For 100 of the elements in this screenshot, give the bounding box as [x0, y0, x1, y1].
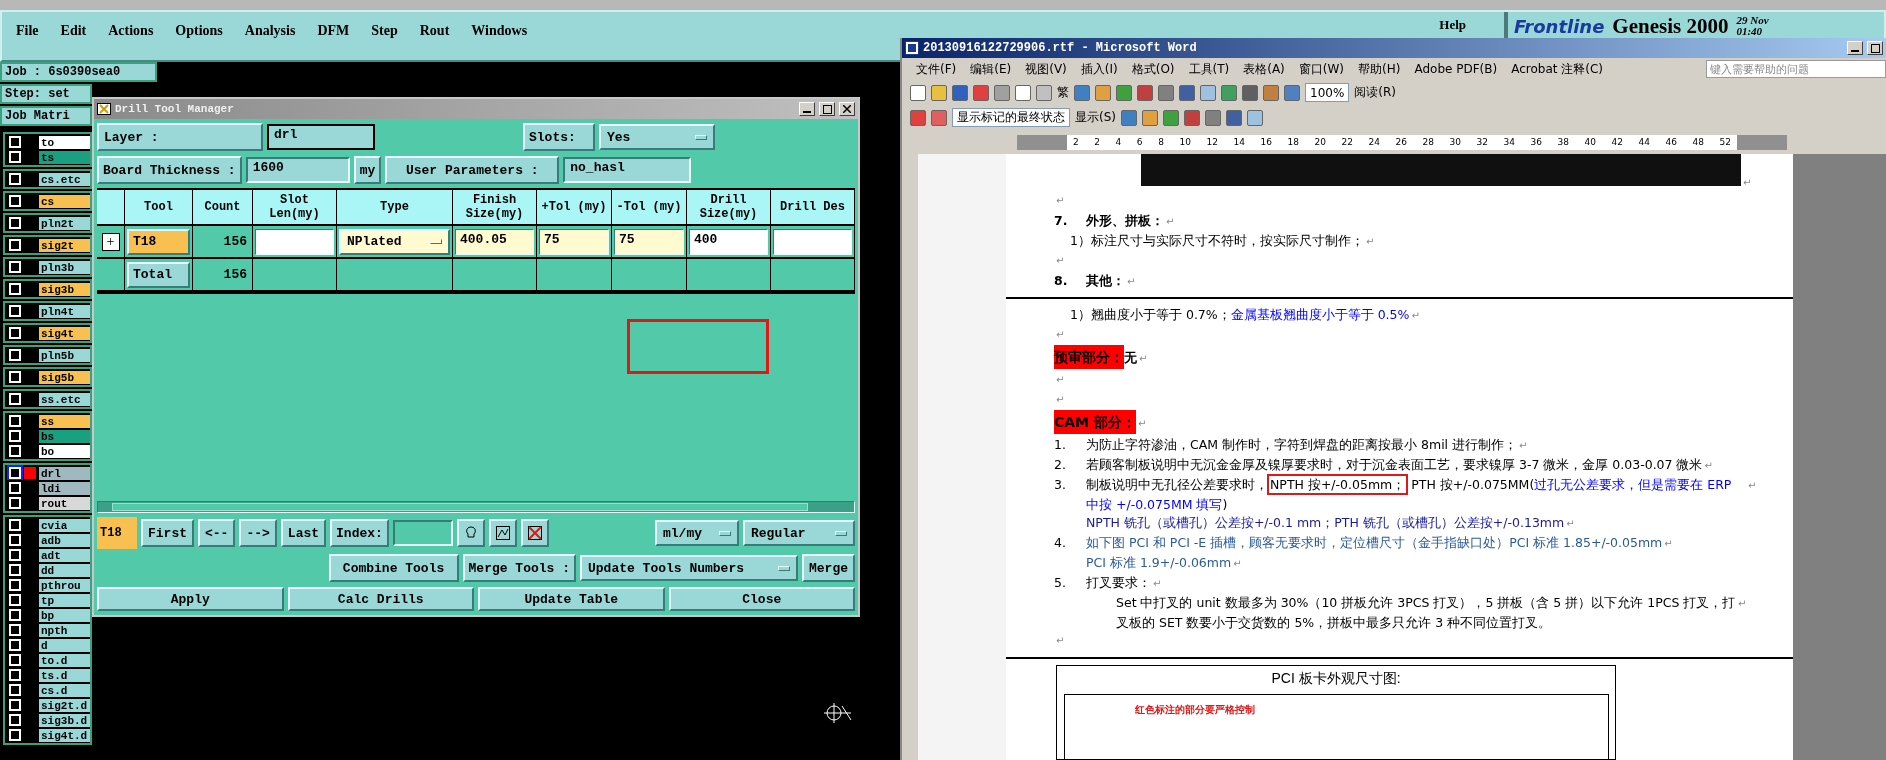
layer-checkbox[interactable] [9, 624, 21, 636]
layer-checkbox[interactable] [9, 430, 21, 442]
layer-name[interactable]: to.d [39, 653, 90, 667]
action-button[interactable]: Close [668, 587, 855, 611]
toolbar-icon[interactable] [1163, 109, 1179, 126]
layer-checkbox[interactable] [9, 497, 21, 509]
layer-checkbox[interactable] [9, 729, 21, 741]
menu-item[interactable]: 表格(A) [1243, 60, 1285, 78]
layer-name[interactable]: cs.etc [39, 172, 90, 186]
maximize-button[interactable] [819, 102, 835, 116]
layer-checkbox[interactable] [9, 349, 21, 361]
index-field[interactable] [392, 520, 453, 546]
layer-name[interactable]: sig3b.d [39, 713, 90, 727]
table-field[interactable] [255, 228, 334, 255]
layer-name[interactable]: to [39, 135, 90, 149]
close-button[interactable] [839, 102, 855, 116]
toolbar-icon[interactable] [1036, 84, 1052, 101]
minimize-button[interactable] [799, 102, 815, 116]
nav-button[interactable]: <-- [198, 519, 236, 547]
layer-checkbox[interactable] [9, 136, 21, 148]
layer-name[interactable]: bo [39, 444, 90, 458]
toolbar-icon[interactable] [994, 84, 1010, 101]
layer-checkbox[interactable] [9, 217, 21, 229]
layer-name[interactable]: cs [39, 194, 90, 208]
menu-item[interactable]: Help [1439, 17, 1466, 33]
thickness-field[interactable]: 1600 [245, 157, 350, 183]
layer-checkbox[interactable] [9, 519, 21, 531]
user-parameters-button[interactable]: User Parameters : [385, 156, 560, 184]
toolbar-icon[interactable] [1116, 84, 1132, 101]
action-button[interactable]: Calc Drills [287, 587, 474, 611]
menu-item[interactable]: 编辑(E) [970, 60, 1012, 78]
toolbar-icon[interactable] [1221, 84, 1237, 101]
markup-dropdown[interactable]: 显示标记的最终状态 [952, 108, 1070, 127]
layer-checkbox[interactable] [9, 579, 21, 591]
pdf-icon[interactable] [910, 109, 926, 126]
table-field[interactable]: 75 [539, 228, 609, 255]
toolbar-icon[interactable] [952, 84, 968, 101]
menu-item[interactable]: DFM [317, 23, 350, 39]
layer-name[interactable]: tp [39, 593, 90, 607]
layer-checkbox[interactable] [9, 151, 21, 163]
menu-item[interactable]: Rout [419, 23, 450, 39]
layer-name[interactable]: sig2t [39, 238, 90, 252]
layer-name[interactable]: pln4t [39, 304, 90, 318]
menu-item[interactable]: Windows [471, 23, 528, 39]
merge-button[interactable]: Merge [802, 554, 855, 582]
menu-item[interactable]: 视图(V) [1025, 60, 1067, 78]
menu-item[interactable]: Adobe PDF(B) [1414, 62, 1498, 76]
menu-item[interactable]: 工具(T) [1188, 60, 1230, 78]
nav-button[interactable]: --> [239, 519, 277, 547]
layer-checkbox[interactable] [9, 239, 21, 251]
layer-name[interactable]: ss.etc [39, 392, 90, 406]
toolbar-icon[interactable] [1205, 109, 1221, 126]
scrollbar-thumb[interactable] [112, 503, 808, 511]
menu-item[interactable]: 文件(F) [916, 60, 957, 78]
layer-checkbox[interactable] [9, 714, 21, 726]
layer-name[interactable]: sig4t.d [39, 728, 90, 742]
mode-dropdown[interactable]: Regular [743, 520, 855, 546]
tool-button[interactable]: Total [127, 261, 190, 288]
layer-name[interactable]: bp [39, 608, 90, 622]
table-field[interactable]: 400.05 [455, 228, 534, 255]
toolbar-icon[interactable] [1247, 109, 1263, 126]
toolbar-icon[interactable] [1121, 109, 1137, 126]
layer-checkbox[interactable] [9, 467, 21, 479]
layer-name[interactable]: sig4t [39, 326, 90, 340]
layer-name[interactable]: sig3b [39, 282, 90, 296]
parameters-field[interactable]: no_hasl [563, 157, 692, 183]
tool-button[interactable]: T18 [127, 228, 190, 255]
layer-name[interactable]: cs.d [39, 683, 90, 697]
toolbar-icon[interactable] [931, 84, 947, 101]
layer-name[interactable]: bs [39, 429, 90, 443]
toolbar-icon[interactable] [1284, 84, 1300, 101]
layer-name[interactable]: pthrou [39, 578, 90, 592]
layer-name[interactable]: npth [39, 623, 90, 637]
layer-name[interactable]: sig5b [39, 370, 90, 384]
expand-icon[interactable]: + [101, 232, 120, 251]
layer-checkbox[interactable] [9, 195, 21, 207]
menu-item[interactable]: 插入(I) [1080, 60, 1118, 78]
toolbar-icon[interactable] [1095, 84, 1111, 101]
menu-item[interactable]: Edit [60, 23, 87, 39]
menu-item[interactable]: Analysis [244, 23, 296, 39]
graph-icon[interactable] [488, 519, 517, 547]
toolbar-icon[interactable] [1137, 84, 1153, 101]
layer-name[interactable]: drl [39, 466, 90, 480]
nav-button[interactable]: Last [280, 519, 327, 547]
layer-name[interactable]: cvia [39, 518, 90, 532]
layer-checkbox[interactable] [9, 594, 21, 606]
layer-checkbox[interactable] [9, 669, 21, 681]
bulb-icon[interactable] [456, 519, 485, 547]
toolbar-icon[interactable] [1226, 109, 1242, 126]
menu-item[interactable]: File [16, 23, 39, 39]
layer-checkbox[interactable] [9, 609, 21, 621]
toolbar-icon[interactable] [1015, 84, 1031, 101]
traditional-button[interactable]: 繁 [1057, 84, 1069, 101]
layer-name[interactable]: adb [39, 533, 90, 547]
toolbar-icon[interactable] [973, 84, 989, 101]
menu-item[interactable]: Acrobat 注释(C) [1511, 60, 1603, 78]
help-search-field[interactable]: 键入需要帮助的问题 [1706, 60, 1886, 78]
layer-name[interactable]: ts [39, 150, 90, 164]
layer-name[interactable]: ts.d [39, 668, 90, 682]
layer-checkbox[interactable] [9, 327, 21, 339]
